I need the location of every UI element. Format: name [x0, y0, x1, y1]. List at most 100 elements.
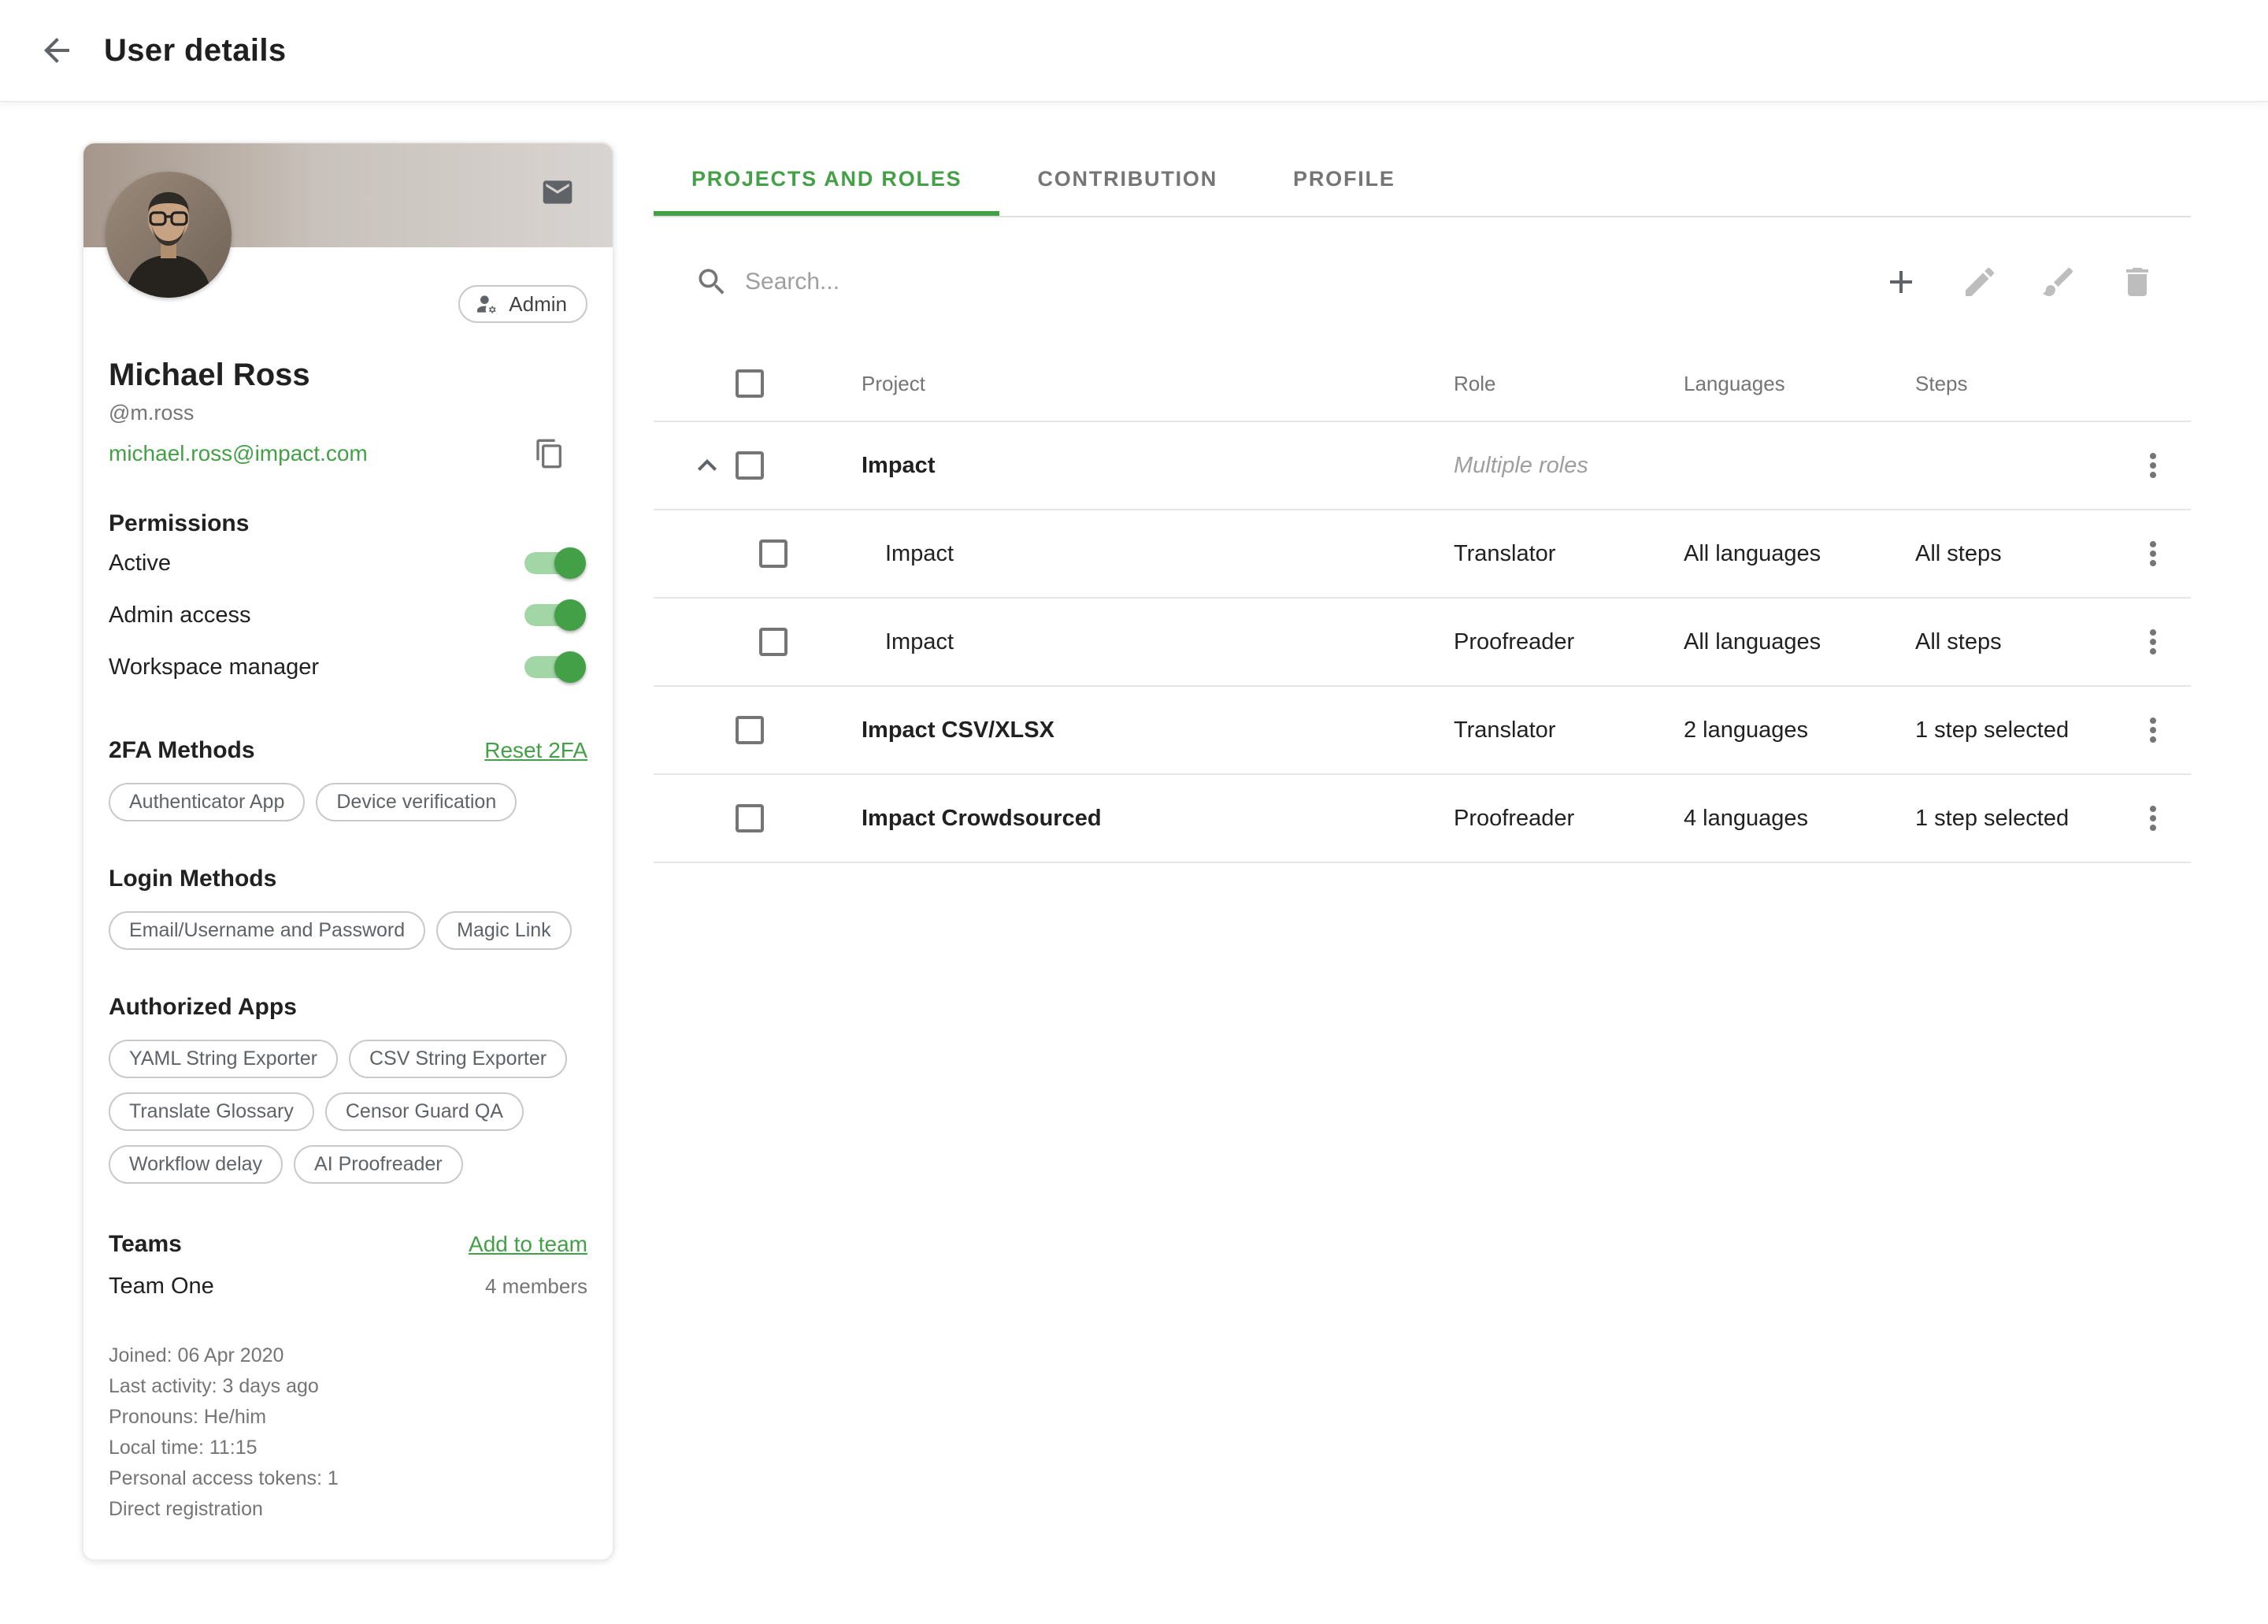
tab-contribution[interactable]: CONTRIBUTION	[999, 142, 1255, 216]
kebab-icon	[2134, 623, 2172, 661]
row-menu-button[interactable]	[2134, 623, 2172, 661]
toggle-label: Active	[109, 551, 171, 577]
page-title: User details	[104, 33, 287, 69]
meta-pronouns: Pronouns: He/him	[109, 1402, 587, 1433]
role-value: Multiple roles	[1454, 453, 1684, 479]
row-checkbox[interactable]	[736, 804, 764, 832]
team-name[interactable]: Team One	[109, 1274, 214, 1300]
steps-value: 1 step selected	[1915, 806, 2115, 832]
kebab-icon	[2134, 535, 2172, 573]
login-method-chip: Email/Username and Password	[109, 911, 425, 950]
authorized-app-chip: Censor Guard QA	[325, 1092, 524, 1131]
workspace-manager-toggle[interactable]	[524, 656, 581, 678]
main-panel: PROJECTS AND ROLES CONTRIBUTION PROFILE	[654, 142, 2191, 863]
column-header-project: Project	[830, 372, 1454, 396]
user-email-link[interactable]: michael.ross@impact.com	[109, 441, 368, 466]
tab-projects-and-roles[interactable]: PROJECTS AND ROLES	[654, 142, 999, 216]
project-name: Impact	[830, 629, 1454, 655]
search-icon	[695, 265, 729, 299]
authorized-app-chip: YAML String Exporter	[109, 1040, 338, 1078]
table-row[interactable]: Impact Multiple roles	[654, 422, 2191, 510]
toggle-knob	[554, 599, 586, 631]
reset-2fa-link[interactable]: Reset 2FA	[484, 738, 587, 763]
admin-access-toggle[interactable]	[524, 604, 581, 626]
languages-value: All languages	[1684, 541, 1915, 567]
table-row[interactable]: Impact Translator All languages All step…	[654, 510, 2191, 599]
table-row[interactable]: Impact Crowdsourced Proofreader 4 langua…	[654, 775, 2191, 863]
search-input[interactable]	[745, 269, 1406, 295]
toggle-row-workspace-manager: Workspace manager	[109, 641, 587, 693]
project-name: Impact	[830, 453, 1454, 479]
row-checkbox[interactable]	[736, 451, 764, 480]
login-method-chip: Magic Link	[436, 911, 572, 950]
toggle-label: Workspace manager	[109, 654, 319, 680]
kebab-icon	[2134, 447, 2172, 484]
row-menu-button[interactable]	[2134, 535, 2172, 573]
twofa-chip: Device verification	[316, 783, 517, 821]
row-menu-button[interactable]	[2134, 799, 2172, 837]
meta-local-time: Local time: 11:15	[109, 1433, 587, 1463]
app-header: User details	[0, 0, 2268, 101]
user-card: Admin Michael Ross @m.ross michael.ross@…	[82, 142, 614, 1561]
column-header-steps: Steps	[1915, 372, 2115, 396]
content: Admin Michael Ross @m.ross michael.ross@…	[0, 101, 2268, 1624]
project-name: Impact	[830, 541, 1454, 567]
user-name: Michael Ross	[109, 358, 587, 393]
teams-title: Teams	[109, 1231, 182, 1258]
role-value: Proofreader	[1454, 629, 1684, 655]
brush-icon	[2040, 263, 2077, 301]
tab-profile[interactable]: PROFILE	[1255, 142, 1433, 216]
role-value: Translator	[1454, 541, 1684, 567]
row-checkbox[interactable]	[736, 716, 764, 744]
search-toolbar	[654, 217, 2191, 347]
twofa-chip: Authenticator App	[109, 783, 305, 821]
twofa-chips: Authenticator App Device verification	[109, 783, 587, 821]
toggle-row-admin-access: Admin access	[109, 589, 587, 641]
active-toggle[interactable]	[524, 552, 581, 574]
profile-banner	[83, 143, 613, 247]
admin-badge: Admin	[458, 285, 587, 323]
row-checkbox[interactable]	[759, 628, 788, 656]
authorized-app-chips: YAML String Exporter CSV String Exporter…	[109, 1040, 587, 1184]
row-checkbox[interactable]	[759, 539, 788, 568]
delete-button[interactable]	[2118, 263, 2156, 301]
edit-button[interactable]	[1961, 263, 1999, 301]
row-menu-button[interactable]	[2134, 447, 2172, 484]
login-methods-title: Login Methods	[109, 866, 276, 892]
row-menu-button[interactable]	[2134, 711, 2172, 749]
collapse-row-button[interactable]	[688, 447, 726, 484]
meta-joined: Joined: 06 Apr 2020	[109, 1340, 587, 1371]
meta-access-tokens: Personal access tokens: 1	[109, 1463, 587, 1494]
authorized-app-chip: Translate Glossary	[109, 1092, 314, 1131]
select-all-checkbox[interactable]	[736, 369, 764, 398]
add-to-team-link[interactable]: Add to team	[469, 1232, 587, 1257]
team-row: Team One 4 members	[109, 1274, 587, 1300]
team-member-count: 4 members	[485, 1274, 587, 1299]
copy-icon	[534, 438, 565, 469]
manage-accounts-icon	[474, 291, 499, 317]
user-handle: @m.ross	[109, 401, 587, 425]
kebab-icon	[2134, 799, 2172, 837]
avatar	[106, 172, 232, 298]
table-row[interactable]: Impact Proofreader All languages All ste…	[654, 599, 2191, 687]
column-header-languages: Languages	[1684, 372, 1915, 396]
copy-email-button[interactable]	[534, 438, 565, 469]
table-row[interactable]: Impact CSV/XLSX Translator 2 languages 1…	[654, 687, 2191, 775]
chevron-up-icon	[688, 447, 726, 484]
role-value: Proofreader	[1454, 806, 1684, 832]
table-header-row: Project Role Languages Steps	[654, 347, 2191, 422]
authorized-app-chip: CSV String Exporter	[349, 1040, 567, 1078]
login-method-chips: Email/Username and Password Magic Link	[109, 911, 587, 950]
project-name: Impact CSV/XLSX	[830, 717, 1454, 743]
brush-button[interactable]	[2040, 263, 2077, 301]
add-button[interactable]	[1882, 263, 1920, 301]
languages-value: 4 languages	[1684, 806, 1915, 832]
toggle-knob	[554, 651, 586, 683]
kebab-icon	[2134, 711, 2172, 749]
send-email-button[interactable]	[540, 175, 575, 209]
languages-value: 2 languages	[1684, 717, 1915, 743]
back-button[interactable]	[38, 32, 76, 69]
permissions-title: Permissions	[109, 510, 587, 537]
role-value: Translator	[1454, 717, 1684, 743]
plus-icon	[1882, 263, 1920, 301]
